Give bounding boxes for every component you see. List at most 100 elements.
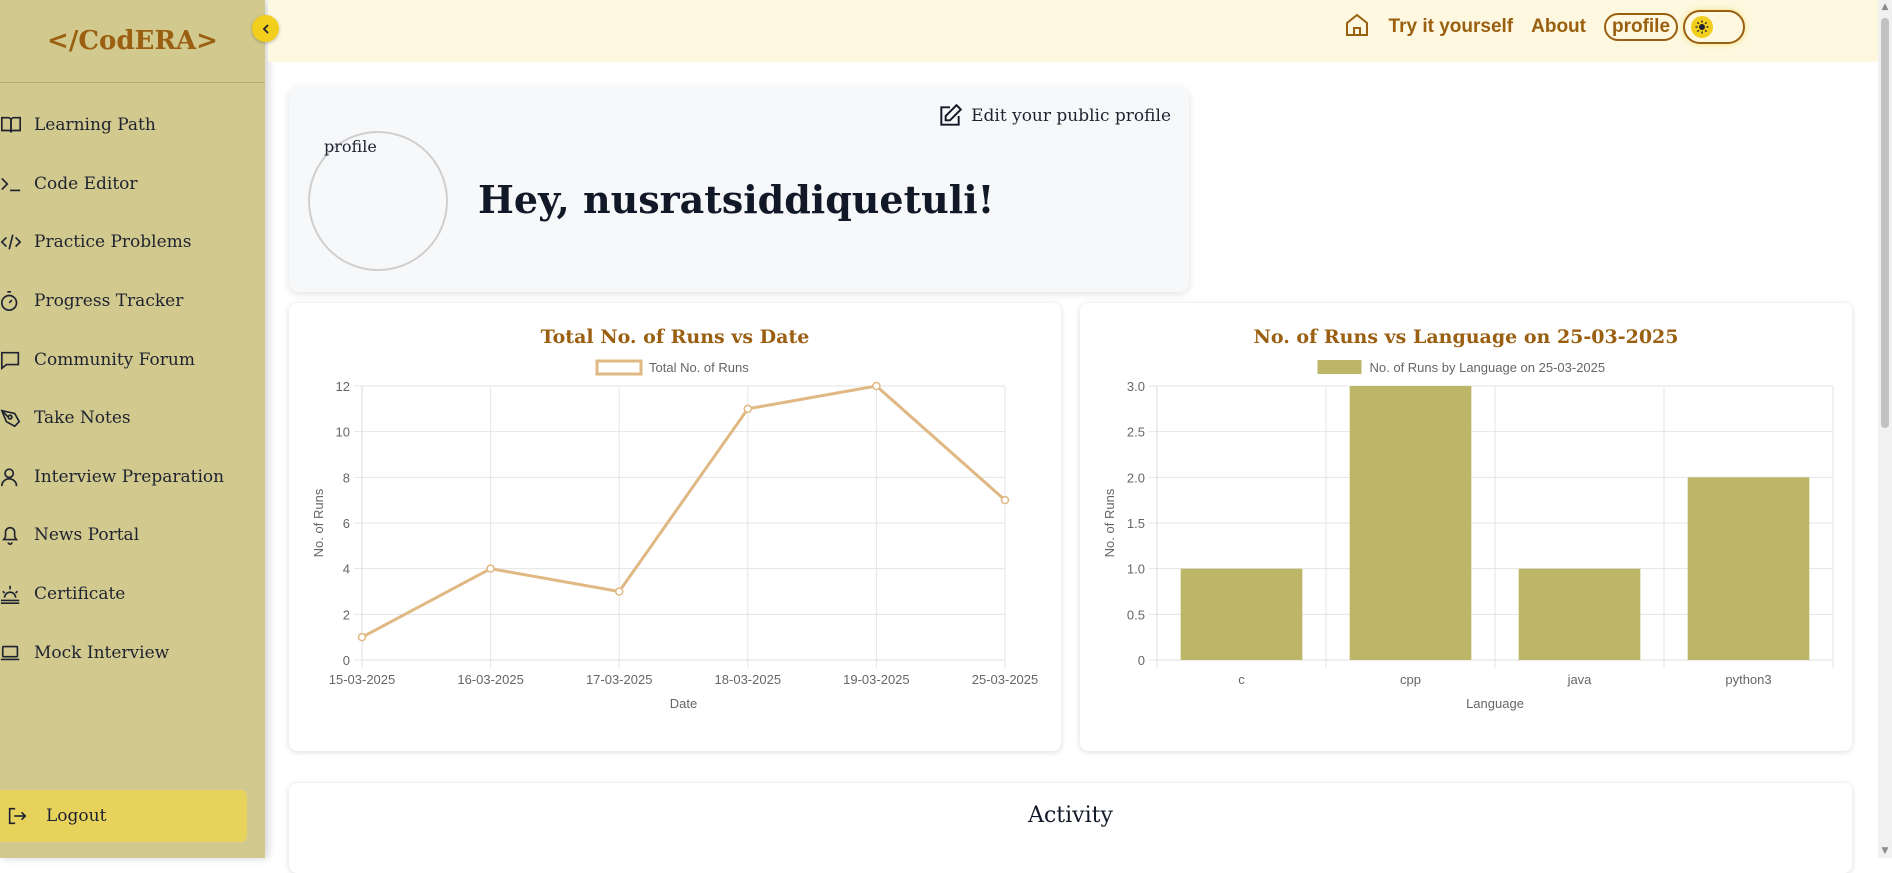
page-scrollbar[interactable]: ▲ ▼ (1878, 0, 1892, 858)
data-point (872, 381, 881, 391)
user-icon (0, 466, 34, 488)
x-tick-label: 17-03-2025 (586, 672, 653, 687)
sidebar-item-mock-interview[interactable]: Mock Interview (0, 623, 265, 682)
y-tick-label: 2 (343, 607, 350, 622)
y-tick-label: 2.0 (1127, 470, 1145, 485)
data-point (486, 564, 495, 573)
home-icon[interactable] (1343, 11, 1371, 43)
scroll-down-icon[interactable]: ▼ (1880, 846, 1890, 856)
bell-icon (0, 524, 34, 546)
data-point (1000, 495, 1010, 505)
sidebar-item-label: Learning Path (34, 115, 156, 136)
profile-card: profile Hey, nusratsiddiquetuli! Edit yo… (289, 87, 1189, 292)
runs-vs-language-chart: No. of Runs vs Language on 25-03-2025 No.… (1102, 326, 1834, 711)
pen-tool-icon (0, 407, 34, 429)
bar (1180, 568, 1303, 660)
edit-icon (940, 103, 963, 126)
avatar: profile (308, 131, 448, 271)
timer-icon (0, 290, 34, 312)
edit-profile-label: Edit your public profile (971, 106, 1171, 126)
try-it-yourself-link[interactable]: Try it yourself (1389, 16, 1514, 38)
y-tick-label: 3.0 (1127, 379, 1145, 394)
x-axis-title: Language (1466, 696, 1524, 711)
book-icon (0, 114, 34, 136)
bar (1687, 477, 1810, 660)
x-tick-label: 18-03-2025 (715, 672, 782, 687)
about-link[interactable]: About (1531, 16, 1586, 38)
sidebar-item-label: Code Editor (34, 173, 138, 194)
laptop-icon (0, 642, 34, 664)
series-line (361, 384, 1006, 639)
sun-icon (1691, 16, 1713, 38)
sidebar-item-label: Practice Problems (34, 232, 192, 253)
chat-icon (0, 349, 34, 371)
x-tick-label: c (1238, 672, 1245, 687)
y-tick-label: 2.5 (1127, 425, 1145, 440)
y-tick-label: 0.5 (1127, 607, 1145, 622)
chart-title: Total No. of Runs vs Date (541, 326, 810, 348)
y-tick-label: 6 (343, 516, 350, 531)
x-axis-title: Date (670, 696, 697, 711)
logout-button[interactable]: Logout (0, 790, 247, 842)
brand-logo[interactable]: </CodERA> (0, 0, 265, 83)
sidebar-item-code-editor[interactable]: Code Editor (0, 155, 265, 214)
sidebar-item-label: Take Notes (34, 408, 131, 429)
sidebar-item-news-portal[interactable]: News Portal (0, 506, 265, 565)
logout-icon (0, 805, 46, 827)
sidebar: </CodERA> Learning Path Code Editor Prac… (0, 0, 265, 858)
scrollbar-thumb[interactable] (1881, 18, 1889, 428)
sidebar-item-label: Certificate (34, 584, 126, 605)
y-axis-title: No. of Runs (1102, 488, 1117, 557)
y-axis-title: No. of Runs (311, 488, 326, 557)
x-tick-label: 16-03-2025 (457, 672, 523, 687)
activity-title: Activity (1028, 803, 1113, 828)
sidebar-item-interview-preparation[interactable]: Interview Preparation (0, 448, 265, 507)
code-icon (0, 231, 34, 253)
y-tick-label: 0 (343, 653, 350, 668)
sidebar-item-label: Progress Tracker (34, 291, 184, 312)
x-tick-label: 19-03-2025 (843, 672, 910, 687)
y-tick-label: 1.0 (1127, 562, 1145, 577)
x-tick-label: 25-03-2025 (972, 672, 1039, 687)
sunset-icon (0, 583, 34, 605)
legend-swatch (1317, 360, 1362, 374)
runs-vs-language-chart-card: No. of Runs vs Language on 25-03-2025 No.… (1080, 303, 1852, 751)
activity-card: Activity (289, 783, 1852, 873)
y-tick-label: 8 (343, 470, 350, 485)
collapse-sidebar-button[interactable] (252, 15, 279, 42)
scroll-up-icon[interactable]: ▲ (1880, 2, 1890, 12)
data-point (743, 404, 753, 414)
sidebar-item-label: News Portal (34, 525, 140, 546)
x-tick-label: java (1567, 672, 1593, 687)
sidebar-item-practice-problems[interactable]: Practice Problems (0, 213, 265, 272)
theme-toggle[interactable] (1683, 10, 1745, 44)
y-tick-label: 0 (1138, 653, 1145, 668)
sidebar-item-take-notes[interactable]: Take Notes (0, 389, 265, 448)
runs-vs-date-chart-card: Total No. of Runs vs Date Total No. of Ru… (289, 303, 1061, 751)
logout-label: Logout (46, 806, 107, 826)
sidebar-item-progress-tracker[interactable]: Progress Tracker (0, 272, 265, 331)
top-nav: Try it yourself About profile (1343, 10, 1678, 44)
sidebar-item-label: Interview Preparation (34, 466, 225, 487)
y-tick-label: 12 (336, 379, 350, 394)
y-tick-label: 10 (336, 425, 350, 440)
sidebar-item-label: Mock Interview (34, 642, 170, 663)
sidebar-item-certificate[interactable]: Certificate (0, 565, 265, 624)
y-tick-label: 1.5 (1127, 516, 1145, 531)
y-tick-label: 4 (343, 562, 350, 577)
legend-swatch (595, 359, 643, 376)
sidebar-item-learning-path[interactable]: Learning Path (0, 96, 265, 155)
topbar: Try it yourself About profile (268, 0, 1878, 62)
sidebar-item-community-forum[interactable]: Community Forum (0, 330, 265, 389)
sidebar-item-label: Community Forum (34, 349, 195, 370)
x-tick-label: cpp (1400, 672, 1421, 687)
bar (1349, 386, 1472, 660)
x-tick-label: 15-03-2025 (329, 672, 396, 687)
data-point (614, 587, 624, 596)
edit-profile-link[interactable]: Edit your public profile (937, 103, 1171, 129)
sidebar-nav: Learning Path Code Editor Practice Probl… (0, 96, 265, 682)
page-title: Hey, nusratsiddiquetuli! (478, 177, 995, 222)
profile-button[interactable]: profile (1604, 13, 1678, 41)
runs-vs-date-chart: Total No. of Runs vs Date Total No. of Ru… (311, 326, 1039, 711)
legend-label: No. of Runs by Language on 25-03-2025 (1370, 360, 1606, 375)
